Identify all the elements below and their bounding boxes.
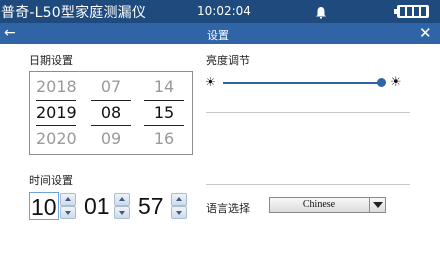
second-field[interactable]: 57 <box>138 192 164 220</box>
language-label: 语言选择 <box>206 202 250 215</box>
time-settings-label: 时间设置 <box>29 174 73 187</box>
page-title: 设置 <box>207 29 229 42</box>
month-prev[interactable]: 07 <box>91 74 131 100</box>
minute-up-icon[interactable] <box>114 193 130 206</box>
bell-icon <box>315 4 327 23</box>
second-down-icon[interactable] <box>171 206 187 219</box>
language-dropdown[interactable]: Chinese <box>269 197 386 213</box>
second-stepper <box>171 193 187 219</box>
date-picker[interactable]: 2018 2019 2020 07 08 09 14 15 16 <box>29 71 193 155</box>
year-next[interactable]: 2020 <box>36 126 77 152</box>
day-selected[interactable]: 15 <box>144 100 184 126</box>
app-title: 普奇-L50型家庭测漏仪 <box>1 5 147 21</box>
brightness-label: 亮度调节 <box>206 54 250 67</box>
day-wheel[interactable]: 14 15 16 <box>144 74 184 152</box>
status-bar: 普奇-L50型家庭测漏仪 10:02:04 <box>0 0 440 23</box>
day-prev[interactable]: 14 <box>144 74 184 100</box>
month-next[interactable]: 09 <box>91 126 131 152</box>
year-wheel[interactable]: 2018 2019 2020 <box>36 74 77 152</box>
hour-field[interactable]: 10 <box>29 192 59 220</box>
minute-field[interactable]: 01 <box>84 192 110 220</box>
minute-down-icon[interactable] <box>114 206 130 219</box>
brightness-slider-thumb[interactable] <box>377 78 386 87</box>
nav-bar: ← 设置 ✕ <box>0 23 440 44</box>
minute-stepper <box>114 193 130 219</box>
clock: 10:02:04 <box>197 4 251 18</box>
chevron-down-icon[interactable] <box>369 198 385 212</box>
sun-small-icon: ☀ <box>205 75 216 89</box>
second-up-icon[interactable] <box>171 193 187 206</box>
back-arrow-icon[interactable]: ← <box>4 25 16 41</box>
hour-down-icon[interactable] <box>60 206 76 219</box>
month-selected[interactable]: 08 <box>91 100 131 126</box>
hour-stepper <box>60 193 76 219</box>
divider <box>206 112 410 113</box>
hour-up-icon[interactable] <box>60 193 76 206</box>
close-icon[interactable]: ✕ <box>419 24 432 42</box>
language-selected-value: Chinese <box>302 199 336 210</box>
sun-large-icon: ☀ <box>390 75 402 90</box>
month-wheel[interactable]: 07 08 09 <box>91 74 131 152</box>
year-selected[interactable]: 2019 <box>36 100 77 126</box>
battery-icon <box>394 5 429 18</box>
day-next[interactable]: 16 <box>144 126 184 152</box>
year-prev[interactable]: 2018 <box>36 74 77 100</box>
divider <box>206 184 410 185</box>
brightness-slider[interactable] <box>223 78 386 87</box>
date-settings-label: 日期设置 <box>29 54 73 67</box>
